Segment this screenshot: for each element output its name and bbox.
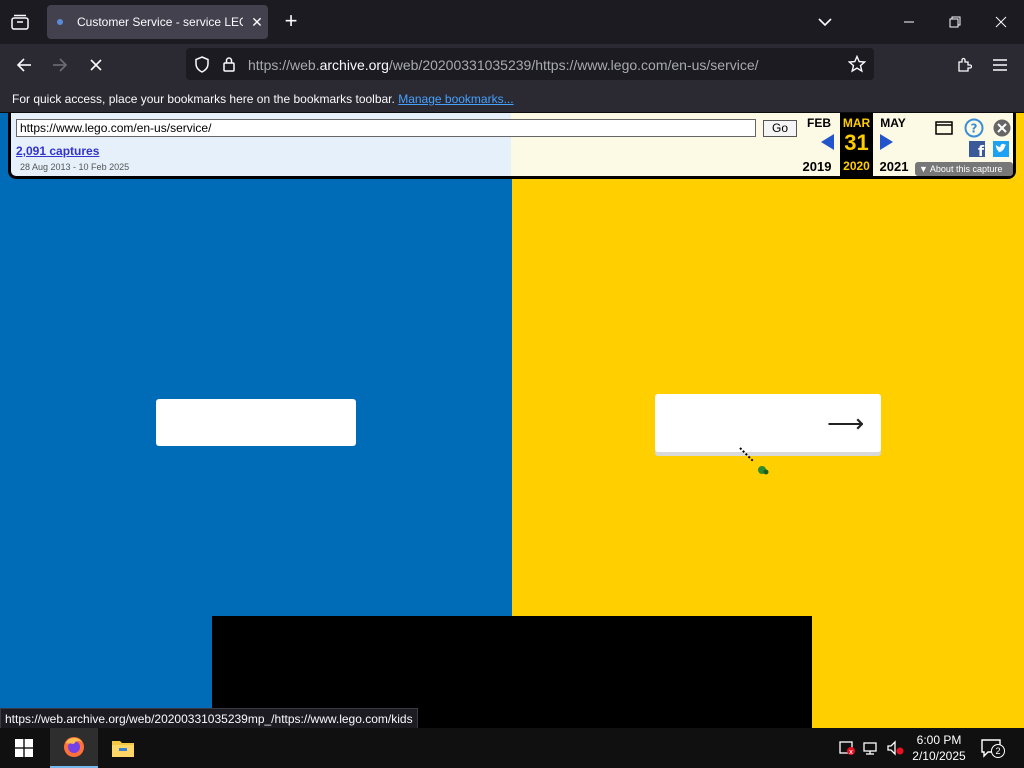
facebook-icon[interactable]: f (969, 141, 985, 162)
twitter-icon[interactable] (993, 141, 1009, 162)
current-day: 31 (844, 130, 869, 155)
shield-icon[interactable] (194, 56, 210, 78)
help-icon[interactable]: ? (964, 118, 984, 143)
svg-text:x: x (849, 748, 853, 756)
kids-link-card[interactable] (156, 399, 356, 446)
windows-taskbar: x 6:00 PM 2/10/2025 2 (0, 728, 1024, 768)
close-toolbar-icon[interactable] (993, 119, 1011, 142)
lock-icon[interactable] (222, 56, 236, 77)
wayback-url-input[interactable]: https://www.lego.com/en-us/service/ (16, 119, 756, 137)
close-tab-icon[interactable]: ✕ (249, 14, 265, 31)
next-year-link[interactable]: 2021 (874, 159, 914, 174)
extensions-icon[interactable] (951, 52, 977, 78)
bookmarks-message: For quick access, place your bookmarks h… (12, 92, 395, 106)
arrow-right-icon: ⟶ (827, 408, 865, 438)
wayback-toolbar: https://www.lego.com/en-us/service/ Go 2… (8, 113, 1016, 179)
security-alert-icon[interactable]: x (838, 740, 856, 756)
current-month: MAR (842, 116, 871, 130)
page-content: ⟶ https://www.lego.com/en-us/service/ Go… (0, 113, 1024, 728)
about-capture-button[interactable]: ▼ About this capture (915, 162, 1013, 176)
active-tab[interactable]: Customer Service - service LEGO ✕ (47, 5, 268, 39)
about-capture-label: About this capture (929, 164, 1003, 174)
file-explorer-icon[interactable] (99, 728, 147, 768)
windows-start-icon[interactable] (0, 728, 48, 768)
calendar-icon[interactable] (935, 121, 953, 140)
navigation-bar: https://web.archive.org/web/202003310352… (0, 44, 1024, 85)
captures-link[interactable]: 2,091 captures (16, 144, 99, 158)
current-year: 2020 (843, 159, 870, 173)
wayback-go-button[interactable]: Go (763, 120, 797, 137)
stop-loading-button[interactable] (83, 52, 109, 78)
favicon-icon (57, 19, 63, 25)
adults-link-card[interactable]: ⟶ (655, 394, 881, 452)
bookmark-star-icon[interactable] (847, 54, 867, 78)
manage-bookmarks-link[interactable]: Manage bookmarks... (398, 92, 513, 106)
minimize-button[interactable] (886, 0, 932, 44)
clock-time: 6:00 PM (916, 733, 962, 747)
new-tab-button[interactable]: + (280, 10, 302, 33)
current-capture-date: MAR 31 2020 (840, 113, 873, 176)
svg-text:f: f (978, 144, 985, 157)
firefox-taskbar-icon[interactable] (50, 728, 98, 768)
url-text: https://web.archive.org/web/202003310352… (248, 57, 759, 73)
volume-muted-icon[interactable] (886, 740, 904, 756)
svg-text:?: ? (971, 122, 978, 136)
captures-range: 28 Aug 2013 - 10 Feb 2025 (20, 162, 130, 172)
forward-button[interactable] (47, 52, 73, 78)
chevron-down-icon[interactable] (816, 13, 834, 31)
notification-count-badge: 2 (991, 744, 1005, 758)
close-window-button[interactable] (978, 0, 1024, 44)
clock-date: 2/10/2025 (912, 749, 966, 763)
menu-icon[interactable] (987, 52, 1013, 78)
mouse-cursor-icon (738, 446, 774, 485)
next-capture-arrow-icon[interactable] (880, 134, 893, 150)
bookmarks-toolbar: For quick access, place your bookmarks h… (0, 85, 1024, 113)
tab-strip: Customer Service - service LEGO ✕ + (0, 0, 1024, 44)
prev-capture-arrow-icon[interactable] (821, 134, 834, 150)
restore-button[interactable] (932, 0, 978, 44)
link-status-url: https://web.archive.org/web/202003310352… (0, 708, 418, 729)
tab-title: Customer Service - service LEGO (77, 15, 243, 29)
prev-month-link[interactable]: FEB (801, 116, 837, 130)
tab-list-icon[interactable] (8, 10, 32, 34)
next-month-link[interactable]: MAY (875, 116, 911, 130)
back-button[interactable] (11, 52, 37, 78)
notifications-icon[interactable]: 2 (980, 738, 1005, 760)
bookmarks-message-row: For quick access, place your bookmarks h… (12, 92, 514, 106)
network-icon[interactable] (862, 740, 880, 756)
address-bar[interactable]: https://web.archive.org/web/202003310352… (186, 48, 874, 80)
prev-year-link[interactable]: 2019 (797, 159, 837, 174)
system-clock[interactable]: 6:00 PM 2/10/2025 (906, 732, 972, 764)
